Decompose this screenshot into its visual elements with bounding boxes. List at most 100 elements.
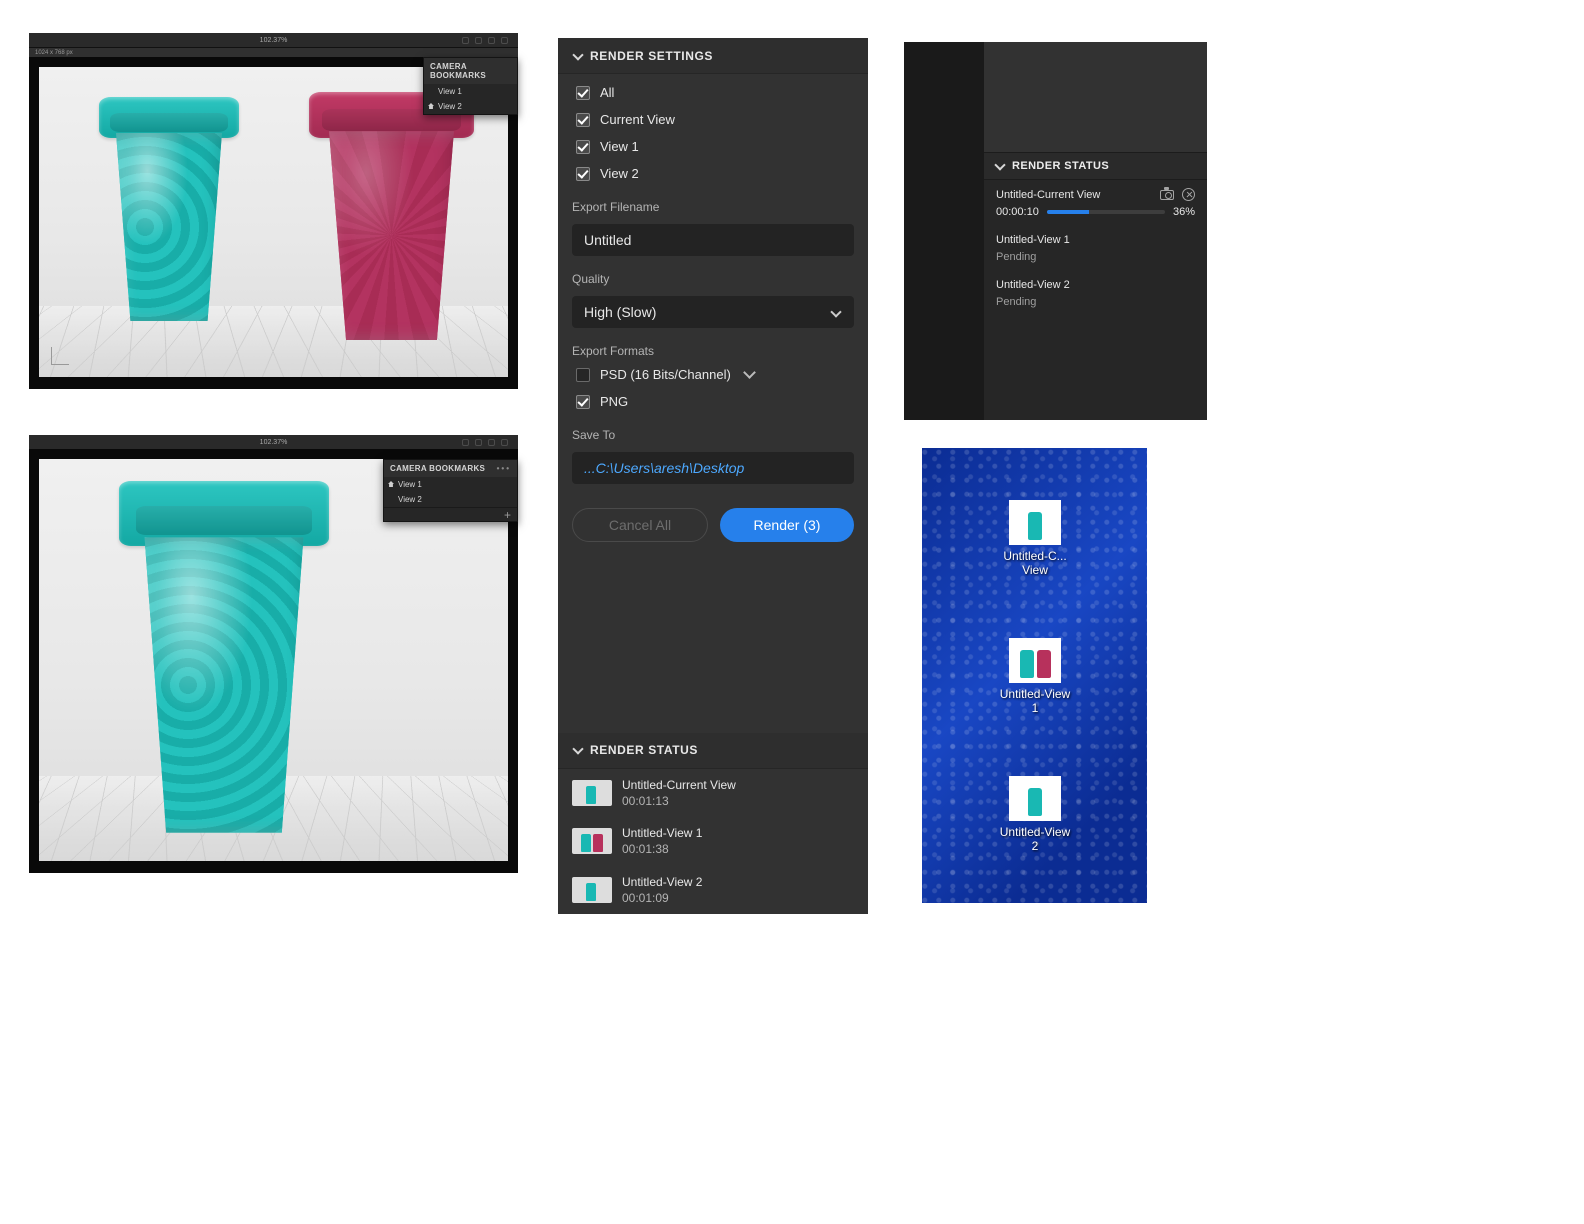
tool-undo-icon[interactable] — [462, 37, 469, 44]
chevron-down-icon — [830, 306, 842, 318]
desktop-file-view2[interactable]: Untitled-View 2 — [990, 776, 1080, 854]
tool-redo-icon[interactable] — [475, 439, 482, 446]
tool-settings-icon[interactable] — [501, 37, 508, 44]
camera-bookmarks-panel[interactable]: CAMERA BOOKMARKS View 1 View 2 — [423, 57, 518, 115]
checkbox-icon[interactable] — [576, 368, 590, 382]
quality-dropdown[interactable]: High (Slow) — [572, 296, 854, 328]
progress-item-view2[interactable]: Untitled-View 2 Pending — [984, 271, 1207, 316]
camera-bookmarks-header: CAMERA BOOKMARKS — [424, 58, 517, 84]
panel-menu-icon[interactable]: ••• — [497, 464, 511, 473]
cup-body — [134, 537, 315, 832]
panel-preview-area — [984, 42, 1207, 152]
format-png-label: PNG — [600, 394, 628, 409]
tool-home-icon[interactable] — [488, 439, 495, 446]
canvas-dimensions: 1024 x 768 px — [35, 50, 73, 56]
checkbox-icon[interactable] — [576, 395, 590, 409]
camera-bookmarks-title: CAMERA BOOKMARKS — [430, 62, 511, 80]
chevron-down-icon[interactable] — [745, 367, 754, 382]
camera-icon[interactable] — [1160, 190, 1174, 200]
status-item-view2[interactable]: Untitled-View 2 00:01:09 — [558, 866, 868, 914]
viewport-tool-icons — [462, 439, 508, 446]
cup-lid — [119, 481, 329, 546]
origin-axes-icon — [51, 343, 73, 365]
render-settings-header[interactable]: RENDER SETTINGS — [558, 38, 868, 74]
progress-bar — [1047, 210, 1165, 214]
tool-undo-icon[interactable] — [462, 439, 469, 446]
render-settings-body: All Current View View 1 View 2 Export Fi… — [558, 74, 868, 556]
status-name: Untitled-View 1 — [622, 825, 702, 841]
progress-percent: 36% — [1173, 206, 1195, 218]
cup-body — [109, 133, 229, 322]
bookmark-item-view1[interactable]: View 1 — [424, 84, 517, 99]
check-current-view[interactable]: Current View — [572, 109, 854, 130]
format-psd[interactable]: PSD (16 Bits/Channel) — [572, 364, 854, 385]
progress-item-active[interactable]: Untitled-Current View 00:00:10 36% — [984, 180, 1207, 226]
viewport-toolbar: 102.37% — [29, 435, 518, 449]
progress-item-state: Pending — [996, 296, 1195, 308]
progress-item-view1[interactable]: Untitled-View 1 Pending — [984, 226, 1207, 271]
status-item-view1[interactable]: Untitled-View 1 00:01:38 — [558, 817, 868, 865]
model-cup-magenta[interactable] — [309, 92, 474, 347]
status-time: 00:01:38 — [622, 841, 702, 857]
desktop-file-view1[interactable]: Untitled-View 1 — [990, 638, 1080, 716]
camera-bookmarks-panel[interactable]: CAMERA BOOKMARKS ••• View 1 View 2 + — [383, 459, 518, 522]
checkbox-icon[interactable] — [576, 113, 590, 127]
file-label: Untitled-View 1 — [1000, 687, 1070, 716]
progress-item-name: Untitled-Current View — [996, 189, 1100, 201]
status-name: Untitled-Current View — [622, 777, 736, 793]
bookmark-add-button[interactable]: + — [384, 507, 517, 521]
render-status-progress-header[interactable]: RENDER STATUS — [984, 152, 1207, 180]
panel-dead-space — [904, 42, 984, 420]
render-status-progress-title: RENDER STATUS — [1012, 160, 1109, 172]
checkbox-icon[interactable] — [576, 140, 590, 154]
viewport-canvas-wrap: CAMERA BOOKMARKS View 1 View 2 — [29, 57, 518, 389]
render-settings-title: RENDER SETTINGS — [590, 49, 713, 63]
progress-item-name: Untitled-View 1 — [996, 234, 1195, 246]
progress-item-name: Untitled-View 2 — [996, 279, 1195, 291]
render-status-section: RENDER STATUS Untitled-Current View 00:0… — [558, 733, 868, 914]
cancel-render-icon[interactable] — [1182, 188, 1195, 201]
status-item-current-view[interactable]: Untitled-Current View 00:01:13 — [558, 769, 868, 817]
quality-value: High (Slow) — [584, 304, 656, 320]
export-filename-input[interactable]: Untitled — [572, 224, 854, 256]
status-name: Untitled-View 2 — [622, 874, 702, 890]
render-button[interactable]: Render (3) — [720, 508, 854, 542]
viewport-two-cups: 102.37% 1024 x 768 px CAMERA BOOK — [29, 33, 518, 389]
model-cup-teal[interactable] — [99, 97, 239, 327]
render-status-progress-panel: RENDER STATUS Untitled-Current View 00:0… — [904, 42, 1207, 420]
check-all[interactable]: All — [572, 82, 854, 103]
tool-redo-icon[interactable] — [475, 37, 482, 44]
file-thumbnail — [1009, 776, 1061, 821]
model-cup-teal[interactable] — [119, 481, 329, 841]
bookmark-item-view2[interactable]: View 2 — [424, 99, 517, 114]
zoom-level: 102.37% — [260, 37, 288, 44]
render-settings-panel: RENDER SETTINGS All Current View View 1 … — [558, 38, 868, 914]
check-view2[interactable]: View 2 — [572, 163, 854, 184]
desktop-file-current-view[interactable]: Untitled-C... View — [990, 500, 1080, 578]
status-thumbnail — [572, 780, 612, 806]
cancel-all-button[interactable]: Cancel All — [572, 508, 708, 542]
file-label: Untitled-C... View — [1003, 549, 1066, 578]
save-to-path[interactable]: ...C:\Users\aresh\Desktop — [572, 452, 854, 484]
checkbox-icon[interactable] — [576, 167, 590, 181]
viewport-tool-icons — [462, 37, 508, 44]
status-thumbnail — [572, 828, 612, 854]
tool-home-icon[interactable] — [488, 37, 495, 44]
status-time: 00:01:13 — [622, 793, 736, 809]
check-view1[interactable]: View 1 — [572, 136, 854, 157]
desktop-output-files: Untitled-C... View Untitled-View 1 Untit… — [922, 448, 1147, 903]
checkbox-icon[interactable] — [576, 86, 590, 100]
file-thumbnail — [1009, 638, 1061, 683]
check-current-label: Current View — [600, 112, 675, 127]
format-psd-label: PSD (16 Bits/Channel) — [600, 367, 731, 382]
zoom-level: 102.37% — [260, 439, 288, 446]
export-formats-label: Export Formats — [572, 344, 854, 358]
render-status-header[interactable]: RENDER STATUS — [558, 733, 868, 769]
bookmark-item-view2[interactable]: View 2 — [384, 492, 517, 507]
tool-settings-icon[interactable] — [501, 439, 508, 446]
file-label: Untitled-View 2 — [1000, 825, 1070, 854]
bookmark-item-view1[interactable]: View 1 — [384, 477, 517, 492]
camera-bookmarks-title: CAMERA BOOKMARKS — [390, 464, 485, 473]
format-png[interactable]: PNG — [572, 391, 854, 412]
export-filename-label: Export Filename — [572, 200, 854, 214]
